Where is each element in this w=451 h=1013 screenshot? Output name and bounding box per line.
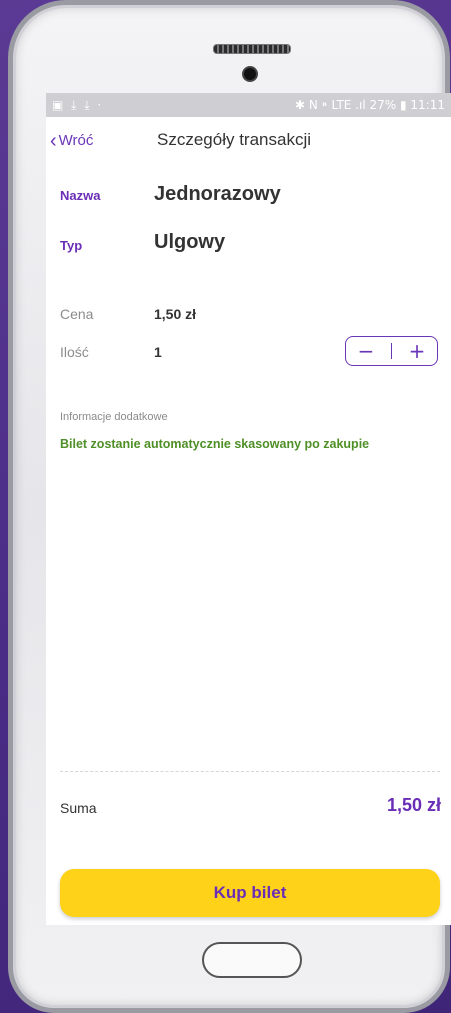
quantity-label: Ilość	[60, 344, 89, 360]
page-title: Szczegóły transakcji	[157, 130, 312, 149]
status-bar: ▣ ⤓ ⤓ · ✱ N ⁍ LTE .ıl 27% ▮ 11:11	[46, 93, 451, 117]
type-value: Ulgowy	[154, 231, 226, 253]
stepper-divider	[391, 343, 392, 359]
info-text: Bilet zostanie automatycznie skasowany p…	[60, 437, 370, 451]
status-icons-right: ✱ N ⁍ LTE .ıl 27% ▮ 11:11	[294, 98, 445, 112]
app-screen: ▣ ⤓ ⤓ · ✱ N ⁍ LTE .ıl 27% ▮ 11:11 ‹ Wróć …	[46, 93, 451, 925]
info-label: Informacje dodatkowe	[60, 411, 168, 423]
speaker-grille	[213, 44, 291, 54]
home-button[interactable]	[202, 942, 302, 978]
chevron-left-icon: ‹	[50, 130, 57, 152]
price-label: Cena	[60, 306, 94, 322]
quantity-value: 1	[154, 344, 162, 360]
buy-ticket-button[interactable]: Kup bilet	[60, 869, 440, 917]
increment-button[interactable]: +	[402, 338, 432, 364]
divider	[60, 771, 440, 772]
sum-label: Suma	[60, 800, 97, 816]
front-camera	[244, 68, 256, 80]
back-label: Wróć	[58, 132, 94, 149]
phone-frame: ▣ ⤓ ⤓ · ✱ N ⁍ LTE .ıl 27% ▮ 11:11 ‹ Wróć …	[8, 0, 451, 1013]
decrement-button[interactable]: −	[351, 338, 381, 364]
quantity-stepper[interactable]: − +	[345, 336, 438, 366]
name-label: Nazwa	[60, 188, 101, 203]
status-icons-left: ▣ ⤓ ⤓ ·	[52, 98, 104, 112]
type-label: Typ	[60, 238, 83, 253]
price-value: 1,50 zł	[154, 306, 197, 322]
back-button[interactable]: ‹ Wróć	[50, 130, 93, 153]
sum-value: 1,50 zł	[386, 795, 441, 815]
name-value: Jednorazowy	[154, 183, 281, 205]
